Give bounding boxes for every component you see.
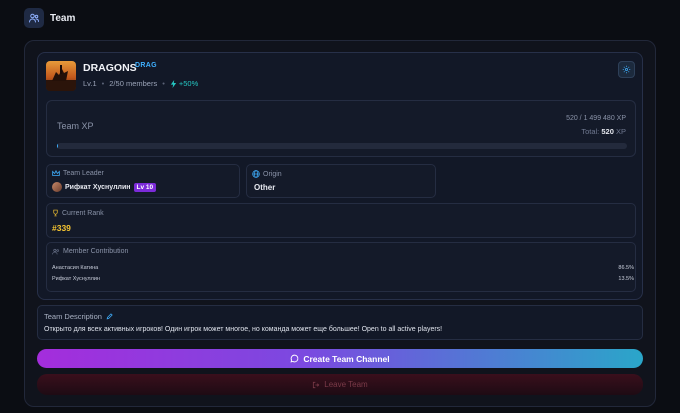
team-members-count: 2/50 members (109, 79, 158, 88)
globe-icon (252, 170, 260, 178)
chat-icon (290, 354, 299, 363)
team-leader-label: Team Leader (52, 170, 104, 177)
member-contribution-label: Member Contribution (52, 248, 128, 255)
team-leader[interactable]: Рифкат Хуснуллин Lv 10 (52, 182, 157, 192)
top-bar: Team (0, 0, 680, 36)
member-contribution-box: Member Contribution Анастасия Катина 86.… (46, 242, 636, 292)
team-description-text: Открыто для всех активных игроков! Один … (44, 326, 443, 333)
list-item: Анастасия Катина 86.5% (52, 265, 634, 271)
gear-icon (622, 65, 631, 74)
settings-button[interactable] (618, 61, 635, 78)
current-rank-box: Current Rank #339 (46, 203, 636, 238)
team-tag: DRAG (135, 62, 157, 69)
team-meta: Lv.1 • 2/50 members • +50% (83, 79, 198, 88)
xp-boost-value: +50% (178, 79, 199, 88)
leader-name: Рифкат Хуснуллин (65, 183, 131, 191)
xp-boost: +50% (170, 79, 198, 88)
list-item: Рифкат Хуснуллин 13.5% (52, 276, 634, 282)
team-level: Lv.1 (83, 79, 97, 88)
separator-dot: • (162, 79, 165, 88)
origin-label: Origin (252, 170, 282, 178)
xp-value: 520 / 1 499 480 XP (566, 115, 626, 122)
team-name: DRAGONS (83, 62, 137, 74)
page-title: Team (50, 12, 76, 24)
team-xp-panel: Team XP 520 / 1 499 480 XP Total: 520 XP (46, 100, 636, 157)
bolt-icon (170, 79, 177, 88)
xp-progress-bar (57, 143, 627, 149)
origin-value: Other (254, 183, 276, 192)
logout-icon (313, 381, 320, 388)
team-leader-box: Team Leader Рифкат Хуснуллин Lv 10 (46, 164, 240, 198)
leave-team-button[interactable]: Leave Team (37, 374, 643, 395)
origin-box: Origin Other (246, 164, 436, 198)
current-rank-label: Current Rank (52, 209, 104, 217)
team-card: DRAGONS DRAG Lv.1 • 2/50 members • +50% … (37, 52, 643, 300)
edit-icon[interactable] (106, 313, 113, 320)
team-description: Team Description Открыто для всех активн… (37, 305, 643, 340)
xp-title: Team XP (57, 121, 94, 131)
crown-icon (52, 170, 60, 176)
xp-total: Total: 520 XP (581, 127, 626, 136)
level-badge: Lv 10 (133, 182, 157, 192)
team-avatar (46, 61, 76, 91)
trophy-icon (53, 209, 58, 217)
create-team-channel-button[interactable]: Create Team Channel (37, 349, 643, 368)
users-icon (24, 8, 44, 28)
current-rank-value: #339 (52, 223, 71, 233)
team-panel: DRAGONS DRAG Lv.1 • 2/50 members • +50% … (24, 40, 656, 407)
avatar (52, 182, 62, 192)
separator-dot: • (101, 79, 105, 88)
users-icon (52, 248, 59, 255)
team-description-title: Team Description (44, 312, 113, 321)
